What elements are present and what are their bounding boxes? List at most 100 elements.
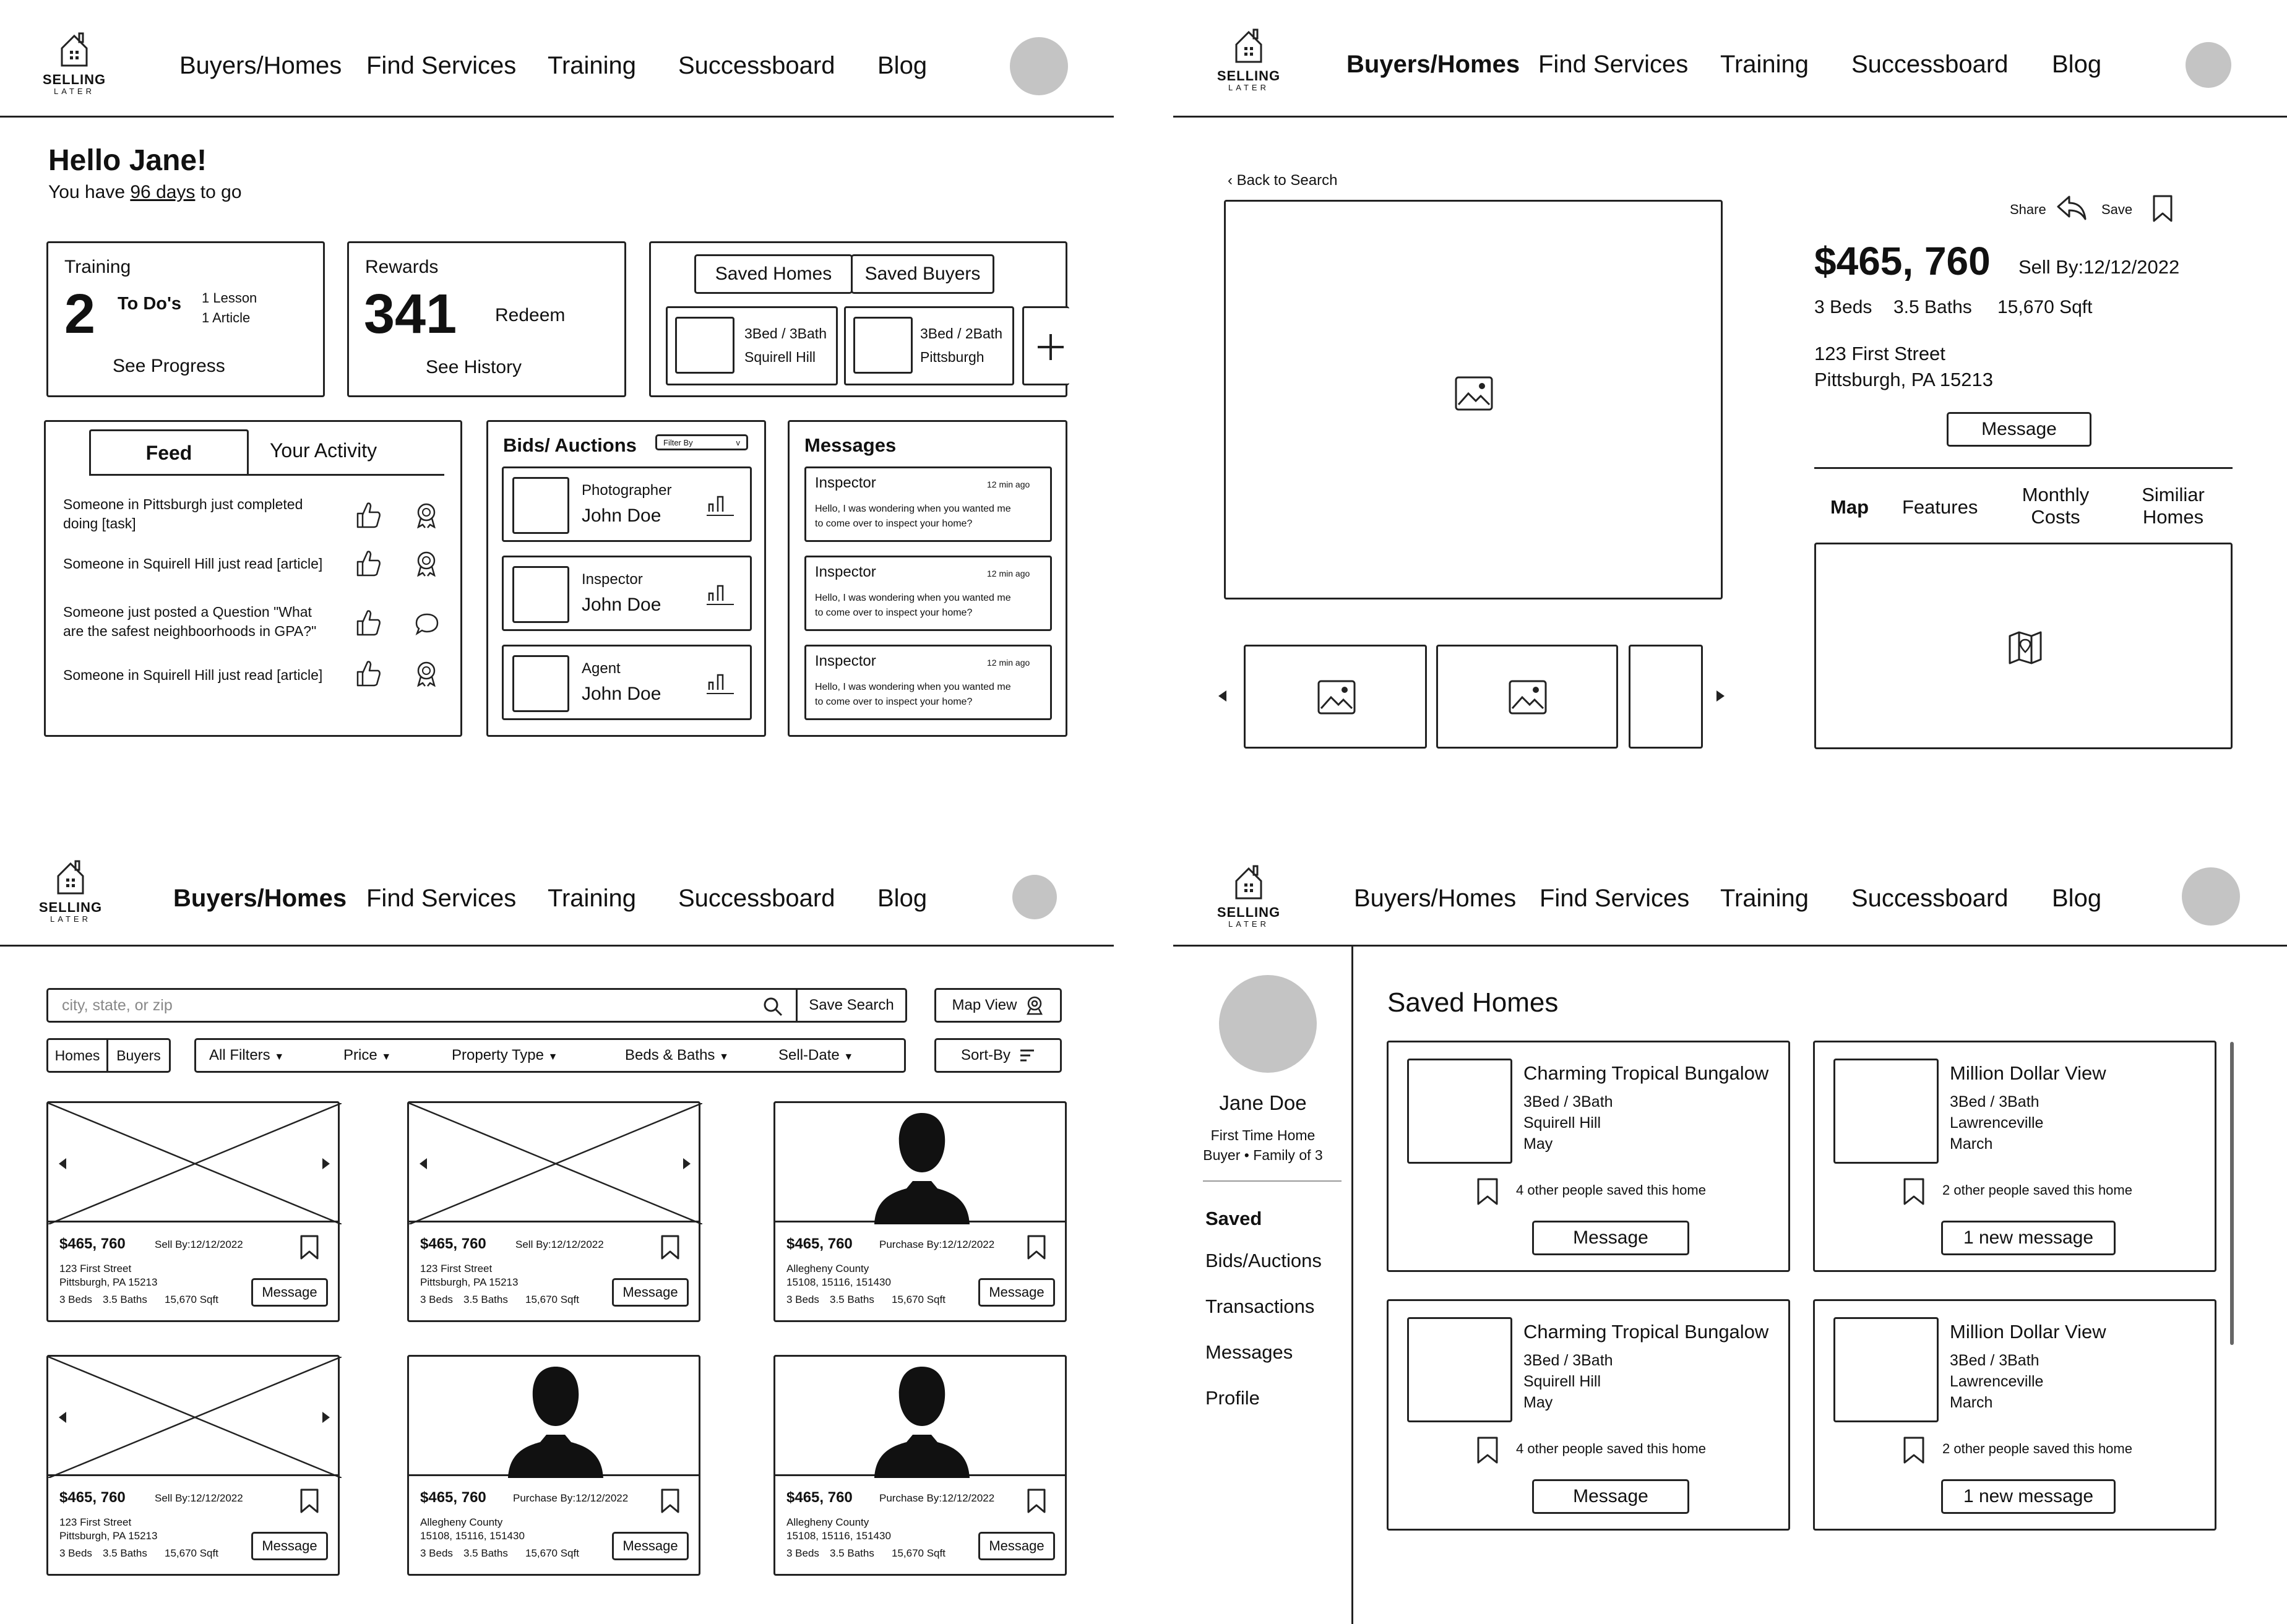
logo[interactable]: SELLING LATER xyxy=(33,860,108,928)
sidebar-item-bids[interactable]: Bids/Auctions xyxy=(1205,1250,1322,1272)
thumbs-up-icon[interactable] xyxy=(356,659,381,687)
user-avatar[interactable] xyxy=(1010,37,1068,95)
thumbs-up-icon[interactable] xyxy=(356,609,381,636)
message-item[interactable]: Inspector 12 min ago Hello, I was wonder… xyxy=(804,556,1052,631)
message-button[interactable]: Message xyxy=(251,1532,328,1560)
bid-item[interactable]: Inspector John Doe xyxy=(502,556,752,631)
listing-card[interactable]: $465, 760 Purchase By:12/12/2022 Allegheny… xyxy=(407,1355,700,1576)
nav-buyers-homes[interactable]: Buyers/Homes xyxy=(179,52,342,80)
logo[interactable]: SELLING LATER xyxy=(37,32,111,100)
nav-training[interactable]: Training xyxy=(1720,885,1809,913)
redeem-link[interactable]: Redeem xyxy=(495,305,565,327)
award-badge-icon[interactable] xyxy=(415,502,438,528)
message-item[interactable]: Inspector 12 min ago Hello, I was wonder… xyxy=(804,645,1052,720)
listing-card[interactable]: $465, 760 Sell By:12/12/2022 123 First Str… xyxy=(46,1355,342,1576)
nav-find-services[interactable]: Find Services xyxy=(1538,51,1688,79)
nav-buyers-homes[interactable]: Buyers/Homes xyxy=(1346,51,1520,79)
search-input[interactable]: city, state, or zip xyxy=(46,988,798,1023)
thumbnail[interactable] xyxy=(1629,645,1703,749)
carousel-next-icon[interactable] xyxy=(322,1411,330,1424)
message-button[interactable]: Message xyxy=(612,1532,689,1560)
scrollbar[interactable] xyxy=(2230,1042,2234,1345)
message-button[interactable]: Message xyxy=(1532,1479,1689,1514)
bookmark-icon[interactable] xyxy=(660,1234,680,1260)
message-button[interactable]: Message xyxy=(1532,1221,1689,1255)
message-button[interactable]: Message xyxy=(978,1278,1055,1307)
profile-avatar[interactable] xyxy=(1219,975,1317,1073)
filter-price[interactable]: Price ▼ xyxy=(343,1047,391,1064)
nav-find-services[interactable]: Find Services xyxy=(366,885,516,913)
message-button[interactable]: Message xyxy=(1947,412,2091,447)
thumbs-up-icon[interactable] xyxy=(356,501,381,528)
carousel-next-icon[interactable] xyxy=(1715,689,1726,703)
filter-sell-date[interactable]: Sell-Date ▼ xyxy=(778,1047,853,1064)
nav-find-services[interactable]: Find Services xyxy=(366,52,516,80)
carousel-next-icon[interactable] xyxy=(322,1158,330,1170)
logo[interactable]: SELLING LATER xyxy=(1212,28,1286,97)
carousel-prev-icon[interactable] xyxy=(1217,689,1228,703)
saved-home-card[interactable]: Charming Tropical Bungalow 3Bed / 3Bath Sq… xyxy=(1387,1299,1790,1531)
tab-saved-homes[interactable]: Saved Homes xyxy=(694,254,853,294)
award-badge-icon[interactable] xyxy=(415,551,438,577)
tab-your-activity[interactable]: Your Activity xyxy=(270,439,377,462)
sidebar-item-transactions[interactable]: Transactions xyxy=(1205,1295,1314,1318)
user-avatar[interactable] xyxy=(2186,42,2231,88)
tab-monthly-costs[interactable]: Monthly Costs xyxy=(2017,484,2094,528)
thumbnail[interactable] xyxy=(1244,645,1427,749)
message-button[interactable]: Message xyxy=(251,1278,328,1307)
nav-training[interactable]: Training xyxy=(548,885,636,913)
carousel-prev-icon[interactable] xyxy=(58,1411,67,1424)
sidebar-item-profile[interactable]: Profile xyxy=(1205,1387,1260,1409)
map-view-button[interactable]: Map View xyxy=(934,988,1062,1023)
nav-find-services[interactable]: Find Services xyxy=(1540,885,1689,913)
nav-training[interactable]: Training xyxy=(548,52,636,80)
back-to-search-link[interactable]: ‹ Back to Search xyxy=(1228,172,1337,189)
award-badge-icon[interactable] xyxy=(415,661,438,687)
user-avatar[interactable] xyxy=(2182,867,2240,926)
nav-blog[interactable]: Blog xyxy=(877,52,927,80)
saved-home-card[interactable]: 3Bed / 2Bath Pittsburgh xyxy=(844,306,1014,385)
user-avatar[interactable] xyxy=(1012,875,1057,919)
bookmark-icon[interactable] xyxy=(1903,1436,1925,1464)
see-progress-link[interactable]: See Progress xyxy=(113,356,225,377)
nav-blog[interactable]: Blog xyxy=(2052,51,2101,79)
message-button[interactable]: 1 new message xyxy=(1941,1221,2116,1255)
nav-buyers-homes[interactable]: Buyers/Homes xyxy=(1354,885,1516,913)
carousel-prev-icon[interactable] xyxy=(58,1158,67,1170)
nav-successboard[interactable]: Successboard xyxy=(678,885,835,913)
bid-item[interactable]: Photographer John Doe xyxy=(502,466,752,542)
save-label[interactable]: Save xyxy=(2101,202,2132,217)
filter-property-type[interactable]: Property Type ▼ xyxy=(452,1047,558,1064)
see-history-link[interactable]: See History xyxy=(426,357,522,379)
save-search-button[interactable]: Save Search xyxy=(796,988,907,1023)
bookmark-icon[interactable] xyxy=(299,1234,319,1260)
add-saved-button[interactable] xyxy=(1022,306,1069,385)
filter-all[interactable]: All Filters ▼ xyxy=(209,1047,284,1064)
nav-successboard[interactable]: Successboard xyxy=(678,52,835,80)
logo[interactable]: SELLING LATER xyxy=(1212,865,1286,933)
bookmark-icon[interactable] xyxy=(1903,1177,1925,1206)
tab-saved-buyers[interactable]: Saved Buyers xyxy=(851,254,994,294)
message-button[interactable]: Message xyxy=(978,1532,1055,1560)
thumbnail[interactable] xyxy=(1436,645,1618,749)
share-label[interactable]: Share xyxy=(2010,202,2046,217)
listing-card[interactable]: $465, 760 Purchase By:12/12/2022 Allegheny… xyxy=(773,1355,1067,1576)
listing-card[interactable]: $465, 760 Sell By:12/12/2022 123 First Str… xyxy=(407,1101,702,1322)
nav-training[interactable]: Training xyxy=(1720,51,1809,79)
saved-home-card[interactable]: 3Bed / 3Bath Squirell Hill xyxy=(666,306,838,385)
bookmark-icon[interactable] xyxy=(2152,194,2173,223)
saved-home-card[interactable]: Million Dollar View 3Bed / 3Bath Lawrencev… xyxy=(1813,1041,2216,1272)
sidebar-item-saved[interactable]: Saved xyxy=(1205,1208,1262,1230)
tab-feed[interactable]: Feed xyxy=(89,429,249,475)
main-photo[interactable] xyxy=(1224,200,1723,599)
listing-card[interactable]: $465, 760 Purchase By:12/12/2022 Allegheny… xyxy=(773,1101,1067,1322)
bookmark-icon[interactable] xyxy=(660,1488,680,1514)
bookmark-icon[interactable] xyxy=(1476,1177,1499,1206)
bookmark-icon[interactable] xyxy=(1027,1234,1046,1260)
nav-blog[interactable]: Blog xyxy=(877,885,927,913)
filter-beds-baths[interactable]: Beds & Baths ▼ xyxy=(625,1047,729,1064)
nav-buyers-homes[interactable]: Buyers/Homes xyxy=(173,885,347,913)
message-item[interactable]: Inspector 12 min ago Hello, I was wonder… xyxy=(804,466,1052,542)
toggle-homes[interactable]: Homes xyxy=(46,1038,108,1073)
listing-card[interactable]: $465, 760 Sell By:12/12/2022 123 First Str… xyxy=(46,1101,342,1322)
